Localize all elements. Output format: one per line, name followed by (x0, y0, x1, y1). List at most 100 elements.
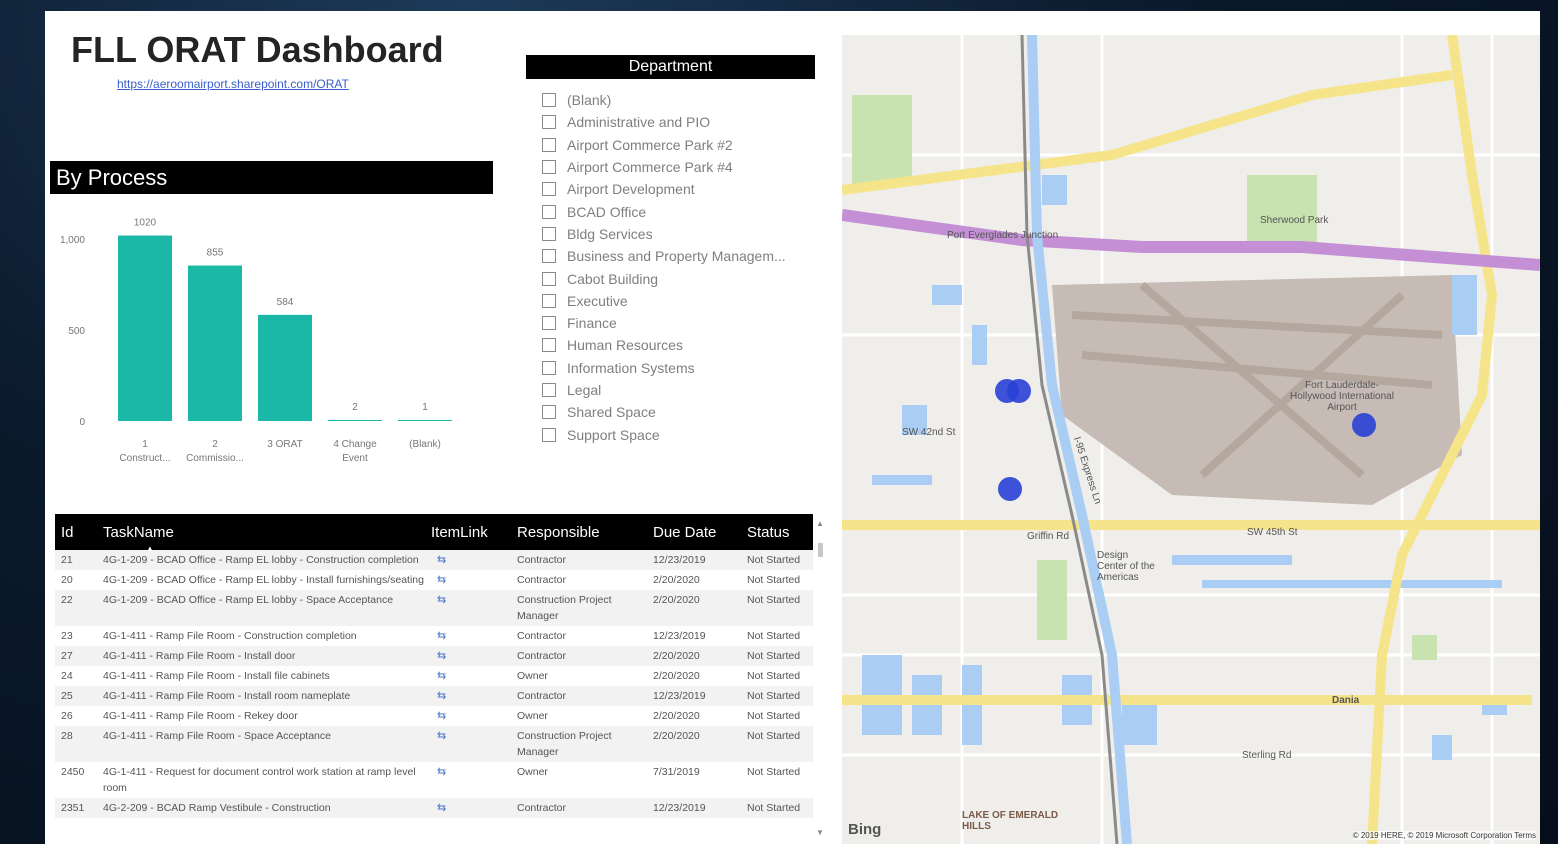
map-pin[interactable] (998, 477, 1022, 501)
item-link-icon[interactable]: ⇆ (431, 762, 511, 798)
scroll-down-icon[interactable]: ▼ (816, 828, 824, 837)
department-option-label: Support Space (567, 426, 660, 443)
data-label: 1 (422, 402, 428, 413)
item-link-icon[interactable]: ⇆ (431, 686, 511, 706)
item-link-icon[interactable]: ⇆ (431, 646, 511, 666)
col-duedate-header[interactable]: Due Date (647, 524, 741, 541)
department-option[interactable]: Airport Commerce Park #4 (526, 156, 815, 178)
y-tick-label: 1,000 (60, 235, 85, 246)
cell-name: 4G-1-209 - BCAD Office - Ramp EL lobby -… (103, 574, 424, 586)
checkbox-icon[interactable] (542, 271, 556, 286)
item-link-icon[interactable]: ⇆ (431, 726, 511, 762)
department-option[interactable]: Administrative and PIO (526, 111, 815, 133)
department-option[interactable]: Bldg Services (526, 223, 815, 245)
department-option[interactable]: Support Space (526, 423, 815, 445)
cell-status: Not Started (747, 802, 801, 814)
bar[interactable] (258, 314, 312, 421)
cell-status: Not Started (747, 730, 801, 742)
cell-due: 2/20/2020 (653, 670, 700, 682)
department-option[interactable]: Cabot Building (526, 267, 815, 289)
item-link-icon[interactable]: ⇆ (431, 590, 511, 626)
by-process-chart: 0 500 1,000 1020 1 Construct... 855 2 Commissio.… (60, 218, 452, 464)
checkbox-icon[interactable] (542, 137, 556, 152)
checkbox-icon[interactable] (542, 338, 556, 353)
cell-id: 20 (61, 574, 73, 586)
map-canvas[interactable] (842, 35, 1540, 844)
department-option[interactable]: Human Resources (526, 334, 815, 356)
department-option[interactable]: Airport Development (526, 178, 815, 200)
map-label-sterling: Sterling Rd (1242, 750, 1292, 761)
col-responsible-header[interactable]: Responsible (511, 524, 647, 541)
y-tick-label: 0 (79, 417, 85, 428)
cell-id: 25 (61, 690, 73, 702)
map-visual[interactable]: Port Everglades Junction Fort Lauderdale… (842, 35, 1540, 844)
item-link-icon[interactable]: ⇆ (431, 550, 511, 570)
checkbox-icon[interactable] (542, 226, 556, 241)
bar[interactable] (398, 420, 452, 421)
department-option[interactable]: Legal (526, 379, 815, 401)
cell-id: 26 (61, 710, 73, 722)
checkbox-icon[interactable] (542, 204, 556, 219)
bar[interactable] (188, 265, 242, 421)
checkbox-icon[interactable] (542, 115, 556, 130)
cell-status: Not Started (747, 554, 801, 566)
cell-due: 12/23/2019 (653, 630, 706, 642)
checkbox-icon[interactable] (542, 405, 556, 420)
map-label-airport: Fort Lauderdale-Hollywood International … (1290, 380, 1394, 413)
map-pin[interactable] (1007, 379, 1031, 403)
item-link-icon[interactable]: ⇆ (431, 798, 511, 818)
department-option[interactable]: (Blank) (526, 89, 815, 111)
checkbox-icon[interactable] (542, 249, 556, 264)
map-pin[interactable] (1352, 413, 1376, 437)
checkbox-icon[interactable] (542, 427, 556, 442)
table-row[interactable]: 20 4G-1-209 - BCAD Office - Ramp EL lobby… (55, 570, 813, 590)
cell-id: 24 (61, 670, 73, 682)
table-scrollbar[interactable]: ▲ ▼ (815, 519, 825, 837)
col-id-header[interactable]: Id (55, 524, 97, 541)
item-link-icon[interactable]: ⇆ (431, 626, 511, 646)
department-option[interactable]: Business and Property Managem... (526, 245, 815, 267)
bar[interactable] (118, 235, 172, 421)
table-row[interactable]: 28 4G-1-411 - Ramp File Room - Space Acce… (55, 726, 813, 762)
table-row[interactable]: 25 4G-1-411 - Ramp File Room - Install ro… (55, 686, 813, 706)
department-option[interactable]: Shared Space (526, 401, 815, 423)
bar[interactable] (328, 420, 382, 421)
table-row[interactable]: 23 4G-1-411 - Ramp File Room - Constructi… (55, 626, 813, 646)
table-row[interactable]: 24 4G-1-411 - Ramp File Room - Install fi… (55, 666, 813, 686)
department-option-label: Business and Property Managem... (567, 248, 786, 265)
department-option-label: Human Resources (567, 337, 683, 354)
item-link-icon[interactable]: ⇆ (431, 666, 511, 686)
table-row[interactable]: 2450 4G-1-411 - Request for document cont… (55, 762, 813, 798)
checkbox-icon[interactable] (542, 316, 556, 331)
col-itemlink-header[interactable]: ItemLink (431, 524, 511, 541)
map-label-port-everglades: Port Everglades Junction (947, 230, 1059, 241)
x-tick-label: 1 (142, 439, 148, 450)
department-option[interactable]: Executive (526, 290, 815, 312)
department-option[interactable]: Finance (526, 312, 815, 334)
table-row[interactable]: 26 4G-1-411 - Ramp File Room - Rekey door… (55, 706, 813, 726)
sharepoint-link[interactable]: https://aeroomairport.sharepoint.com/ORA… (117, 77, 349, 91)
checkbox-icon[interactable] (542, 293, 556, 308)
col-taskname-label: TaskName (103, 523, 174, 541)
checkbox-icon[interactable] (542, 182, 556, 197)
table-row[interactable]: 27 4G-1-411 - Ramp File Room - Install do… (55, 646, 813, 666)
checkbox-icon[interactable] (542, 360, 556, 375)
checkbox-icon[interactable] (542, 383, 556, 397)
scroll-up-icon[interactable]: ▲ (815, 519, 825, 528)
scroll-thumb[interactable] (818, 543, 823, 557)
table-row[interactable]: 22 4G-1-209 - BCAD Office - Ramp EL lobby… (55, 590, 813, 626)
table-row[interactable]: 21 4G-1-209 - BCAD Office - Ramp EL lobby… (55, 550, 813, 570)
col-status-header[interactable]: Status (741, 524, 813, 541)
x-tick-label: 4 Change (333, 439, 377, 450)
table-row[interactable]: 2351 4G-2-209 - BCAD Ramp Vestibule - Con… (55, 798, 813, 818)
item-link-icon[interactable]: ⇆ (431, 570, 511, 590)
checkbox-icon[interactable] (542, 160, 556, 175)
department-option[interactable]: Airport Commerce Park #2 (526, 134, 815, 156)
department-option[interactable]: Information Systems (526, 357, 815, 379)
map-copyright[interactable]: © 2019 HERE, © 2019 Microsoft Corporatio… (1352, 831, 1536, 840)
checkbox-icon[interactable] (542, 93, 556, 108)
item-link-icon[interactable]: ⇆ (431, 706, 511, 726)
col-taskname-header[interactable]: TaskName ▲ (97, 523, 431, 553)
department-option[interactable]: BCAD Office (526, 200, 815, 222)
department-option-label: Information Systems (567, 359, 695, 376)
